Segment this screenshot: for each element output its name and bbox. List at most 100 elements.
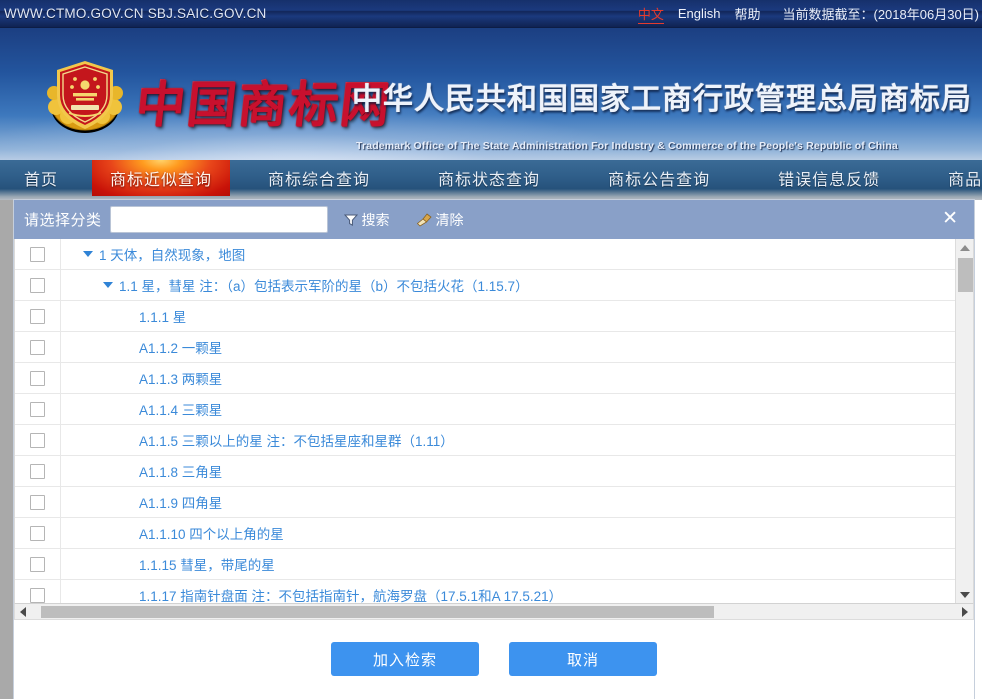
- broom-icon: [416, 212, 432, 227]
- search-button-label: 搜索: [361, 211, 390, 228]
- horizontal-scrollbar-thumb[interactable]: [41, 606, 714, 618]
- search-button[interactable]: 搜索: [343, 210, 390, 230]
- top-right-links: 中文 English 帮助 当前数据截至：(2018年06月30日): [637, 4, 982, 24]
- row-checkbox[interactable]: [30, 370, 45, 386]
- tree-row-label[interactable]: A1.1.8 三角星: [139, 461, 222, 481]
- nav-tab-label: 商标综合查询: [268, 172, 371, 189]
- tree-row-text-cell: A1.1.3 两颗星: [61, 363, 956, 394]
- tree-row-text-cell: A1.1.2 一颗星: [61, 332, 956, 363]
- category-select-dialog: 请选择分类 搜索 清除 ✕ 1 天体，自然现象，地图 1.1 星，彗星 注：（a）…: [14, 200, 974, 699]
- row-checkbox[interactable]: [30, 432, 45, 448]
- category-search-input[interactable]: [109, 206, 328, 233]
- close-icon[interactable]: ✕: [936, 209, 964, 231]
- row-checkbox[interactable]: [30, 339, 45, 355]
- top-url-bar: WWW.CTMO.GOV.CN SBJ.SAIC.GOV.CN 中文 Engli…: [0, 0, 982, 28]
- tree-row-text-cell: A1.1.10 四个以上角的星: [61, 518, 956, 549]
- scroll-down-button[interactable]: [956, 586, 973, 603]
- tree-row-label[interactable]: A1.1.4 三颗星: [139, 399, 222, 419]
- tree-row-label[interactable]: A1.1.5 三颗以上的星 注：不包括星座和星群（1.11）: [139, 430, 454, 450]
- nav-tab-5[interactable]: 错误信息反馈: [760, 160, 898, 196]
- tree-row[interactable]: A1.1.9 四角星: [15, 486, 956, 518]
- cancel-button[interactable]: 取消: [509, 642, 657, 676]
- nav-tab-label: 商标近似查询: [110, 172, 213, 189]
- organization-name-en: Trademark Office of The State Administra…: [356, 140, 898, 152]
- tree-row-label[interactable]: A1.1.2 一颗星: [139, 337, 222, 357]
- tree-row-label[interactable]: A1.1.9 四角星: [139, 492, 222, 512]
- tree-row-label[interactable]: 1.1.1 星: [139, 306, 186, 326]
- tree-row-label[interactable]: A1.1.3 两颗星: [139, 368, 222, 388]
- checkbox-cell: [15, 362, 61, 394]
- tree-row[interactable]: A1.1.2 一颗星: [15, 331, 956, 363]
- checkbox-cell: [15, 239, 61, 270]
- checkbox-cell: [15, 548, 61, 580]
- checkbox-cell: [15, 393, 61, 425]
- row-checkbox[interactable]: [30, 494, 45, 510]
- vertical-scrollbar-thumb[interactable]: [958, 258, 973, 292]
- row-checkbox[interactable]: [30, 525, 45, 541]
- tree-row[interactable]: 1.1.17 指南针盘面 注：不包括指南针，航海罗盘（17.5.1和A 17.5…: [15, 579, 956, 603]
- row-checkbox[interactable]: [30, 308, 45, 324]
- category-tree-list: 1 天体，自然现象，地图 1.1 星，彗星 注：（a）包括表示军阶的星（b）不包括…: [14, 239, 974, 603]
- nav-tab-6[interactable]: 商品/服务项目: [930, 160, 982, 196]
- checkbox-cell: [15, 269, 61, 301]
- nav-tab-2[interactable]: 商标综合查询: [250, 160, 388, 196]
- scroll-left-button[interactable]: [15, 604, 31, 619]
- row-checkbox[interactable]: [30, 587, 45, 603]
- tree-row-text-cell: A1.1.9 四角星: [61, 487, 956, 518]
- tree-row-label[interactable]: 1.1.17 指南针盘面 注：不包括指南针，航海罗盘（17.5.1和A 17.5…: [139, 585, 562, 603]
- scroll-right-button[interactable]: [957, 604, 973, 619]
- tree-row[interactable]: A1.1.4 三颗星: [15, 393, 956, 425]
- tree-row-label[interactable]: 1 天体，自然现象，地图: [99, 244, 245, 264]
- lang-chinese-link[interactable]: 中文: [637, 4, 664, 24]
- data-asof-text: 当前数据截至：(2018年06月30日): [782, 7, 980, 22]
- caret-down-icon[interactable]: [103, 282, 113, 288]
- horizontal-scrollbar[interactable]: [14, 603, 974, 620]
- help-link[interactable]: 帮助: [734, 4, 760, 23]
- nav-tab-3[interactable]: 商标状态查询: [420, 160, 558, 196]
- nav-tab-1[interactable]: 商标近似查询: [92, 160, 231, 196]
- nav-tab-0[interactable]: 首页: [0, 160, 80, 196]
- checkbox-cell: [15, 517, 61, 549]
- main-navigation: 首页 商标近似查询 商标综合查询 商标状态查询 商标公告查询 错误信息反馈 商品/服务项目: [0, 160, 982, 200]
- tree-row[interactable]: A1.1.8 三角星: [15, 455, 956, 487]
- nav-tab-label: 商品/服务项目: [948, 172, 982, 189]
- add-to-search-button[interactable]: 加入检索: [331, 642, 479, 676]
- tree-row[interactable]: A1.1.3 两颗星: [15, 362, 956, 394]
- checkbox-cell: [15, 455, 61, 487]
- category-tree-rows: 1 天体，自然现象，地图 1.1 星，彗星 注：（a）包括表示军阶的星（b）不包括…: [15, 239, 956, 603]
- tree-row[interactable]: A1.1.10 四个以上角的星: [15, 517, 956, 549]
- checkbox-cell: [15, 579, 61, 603]
- dialog-header: 请选择分类 搜索 清除 ✕: [14, 200, 974, 239]
- row-checkbox[interactable]: [30, 556, 45, 572]
- tree-row[interactable]: A1.1.5 三颗以上的星 注：不包括星座和星群（1.11）: [15, 424, 956, 456]
- tree-row-text-cell: A1.1.8 三角星: [61, 456, 956, 487]
- checkbox-cell: [15, 486, 61, 518]
- tree-row[interactable]: 1 天体，自然现象，地图: [15, 239, 956, 270]
- tree-row[interactable]: 1.1.1 星: [15, 300, 956, 332]
- row-checkbox[interactable]: [30, 401, 45, 417]
- caret-down-icon[interactable]: [83, 251, 93, 257]
- tree-row[interactable]: 1.1 星，彗星 注：（a）包括表示军阶的星（b）不包括火花（1.15.7）: [15, 269, 956, 301]
- nav-tab-4[interactable]: 商标公告查询: [590, 160, 728, 196]
- row-checkbox[interactable]: [30, 463, 45, 479]
- tree-row-label[interactable]: A1.1.10 四个以上角的星: [139, 523, 284, 543]
- row-checkbox[interactable]: [30, 246, 45, 262]
- tree-row-label[interactable]: 1.1 星，彗星 注：（a）包括表示军阶的星（b）不包括火花（1.15.7）: [119, 275, 529, 295]
- tree-row-label[interactable]: 1.1.15 彗星，带尾的星: [139, 554, 275, 574]
- scroll-up-button[interactable]: [956, 239, 973, 256]
- tree-row[interactable]: 1.1.15 彗星，带尾的星: [15, 548, 956, 580]
- site-urls: WWW.CTMO.GOV.CN SBJ.SAIC.GOV.CN: [4, 6, 267, 21]
- dialog-title: 请选择分类: [24, 212, 102, 229]
- organization-name-cn: 中华人民共和国国家工商行政管理总局商标局: [352, 83, 972, 116]
- lang-english-link[interactable]: English: [678, 6, 721, 21]
- clear-button[interactable]: 清除: [416, 210, 464, 230]
- checkbox-cell: [15, 424, 61, 456]
- row-checkbox[interactable]: [30, 277, 45, 293]
- tree-row-text-cell: 1.1.15 彗星，带尾的星: [61, 549, 956, 580]
- vertical-scrollbar[interactable]: [955, 239, 973, 603]
